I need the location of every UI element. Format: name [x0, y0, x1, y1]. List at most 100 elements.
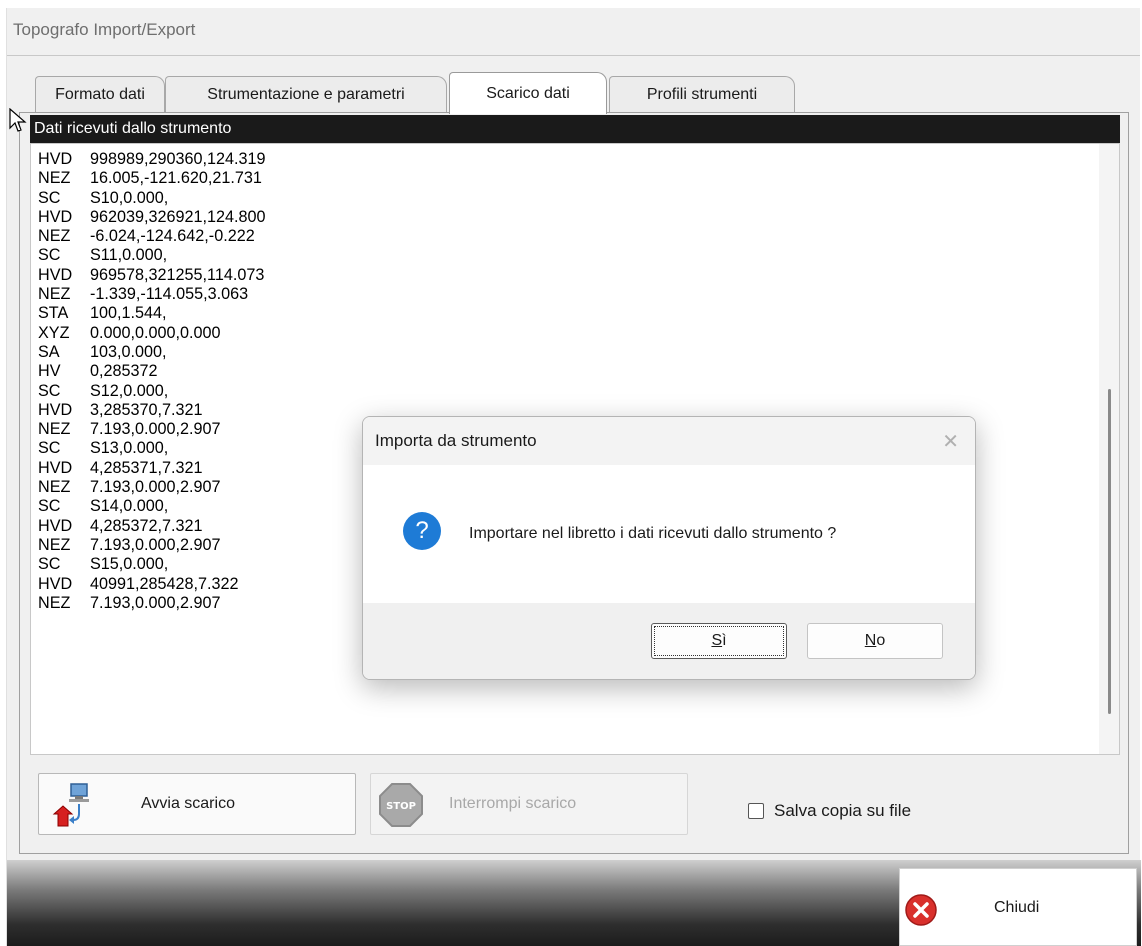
data-line-code: NEZ	[38, 227, 71, 246]
yes-rest: ì	[722, 632, 727, 649]
data-line[interactable]: SC S11,0.000,	[38, 246, 266, 265]
data-line-code: SC	[38, 188, 61, 207]
data-line[interactable]: NEZ 16.005,-121.620,21.731	[38, 169, 266, 188]
data-line[interactable]: XYZ 0.000,0.000,0.000	[38, 324, 266, 343]
data-line-code: HVD	[38, 207, 73, 226]
data-line-value: 7.193,0.000,2.907	[90, 478, 221, 497]
data-line-code: HVD	[38, 574, 73, 593]
mouse-cursor-icon	[9, 108, 27, 132]
data-line-value: 7.193,0.000,2.907	[90, 593, 221, 612]
data-line-value: 40991,285428,7.322	[90, 574, 239, 593]
title-divider	[7, 55, 1140, 56]
data-line-code: NEZ	[38, 535, 71, 554]
close-label: Chiudi	[994, 899, 1040, 916]
data-line[interactable]: HVD 998989,290360,124.319	[38, 150, 266, 169]
download-instrument-icon	[52, 783, 89, 827]
data-line-value: 962039,326921,124.800	[90, 207, 266, 226]
data-line-value: 7.193,0.000,2.907	[90, 535, 221, 554]
close-x-icon	[905, 894, 937, 926]
data-line[interactable]: STA 100,1.544,	[38, 304, 266, 323]
data-line-value: 7.193,0.000,2.907	[90, 420, 221, 439]
question-icon: ?	[403, 512, 441, 550]
data-line-value: 16.005,-121.620,21.731	[90, 169, 262, 188]
data-line-code: HVD	[38, 516, 73, 535]
data-line-value: 969578,321255,114.073	[90, 265, 265, 284]
data-line[interactable]: NEZ -1.339,-114.055,3.063	[38, 285, 266, 304]
data-line-code: NEZ	[38, 420, 71, 439]
data-line-code: HV	[38, 362, 61, 381]
data-line[interactable]: HVD 40991,285428,7.322	[38, 575, 266, 594]
data-line-code: NEZ	[38, 478, 71, 497]
no-rest: o	[876, 632, 886, 649]
tab-formato-dati[interactable]: Formato dati	[35, 76, 165, 112]
tab-strumentazione[interactable]: Strumentazione e parametri	[165, 76, 447, 112]
data-line-value: S11,0.000,	[90, 246, 168, 265]
data-line[interactable]: HVD 4,285372,7.321	[38, 517, 266, 536]
no-mnemonic: N	[864, 632, 877, 649]
tab-scarico-dati[interactable]: Scarico dati	[449, 72, 607, 114]
data-lines: HVD 998989,290360,124.319 NEZ 16.005,-121.6…	[38, 150, 266, 613]
tab-strip: Formato dati Strumentazione e parametri …	[25, 72, 1125, 114]
data-line[interactable]: HVD 969578,321255,114.073	[38, 266, 266, 285]
save-copy-checkbox[interactable]: Salva copia su file	[748, 801, 911, 821]
data-line-value: 4,285371,7.321	[90, 458, 203, 477]
data-line-value: 4,285372,7.321	[90, 516, 203, 535]
data-line-value: S13,0.000,	[90, 439, 169, 458]
data-line-code: NEZ	[38, 285, 71, 304]
yes-mnemonic: S	[711, 632, 723, 649]
data-line[interactable]: SC S15,0.000,	[38, 555, 266, 574]
data-line[interactable]: NEZ 7.193,0.000,2.907	[38, 536, 266, 555]
data-line-value: 0,285372	[90, 362, 158, 381]
data-line-value: S10,0.000,	[90, 188, 169, 207]
dialog-title: Importa da strumento	[375, 431, 537, 450]
no-button[interactable]: No	[807, 623, 943, 659]
data-line[interactable]: NEZ 7.193,0.000,2.907	[38, 420, 266, 439]
scrollbar-thumb[interactable]	[1108, 389, 1111, 714]
data-line-value: 0.000,0.000,0.000	[90, 323, 221, 342]
yes-button[interactable]: Sì	[651, 623, 787, 659]
data-line[interactable]: SA 103,0.000,	[38, 343, 266, 362]
data-line[interactable]: SC S12,0.000,	[38, 382, 266, 401]
data-line-value: 3,285370,7.321	[90, 400, 203, 419]
scrollbar[interactable]	[1099, 144, 1119, 754]
data-line-value: 100,1.544,	[90, 304, 167, 323]
data-line-value: S14,0.000,	[90, 497, 169, 516]
data-line[interactable]: NEZ -6.024,-124.642,-0.222	[38, 227, 266, 246]
data-line-code: XYZ	[38, 323, 70, 342]
data-line-value: -6.024,-124.642,-0.222	[90, 227, 255, 246]
data-line[interactable]: HVD 4,285371,7.321	[38, 459, 266, 478]
data-line-code: SC	[38, 246, 61, 265]
data-line-value: 103,0.000,	[90, 342, 167, 361]
data-line-value: S15,0.000,	[90, 555, 169, 574]
tab-profili-strumenti[interactable]: Profili strumenti	[609, 76, 795, 112]
data-line-code: SA	[38, 342, 60, 361]
svg-text:STOP: STOP	[386, 801, 416, 812]
close-button[interactable]: Chiudi	[899, 868, 1137, 946]
data-line[interactable]: HVD 962039,326921,124.800	[38, 208, 266, 227]
data-line-code: STA	[38, 304, 69, 323]
dialog-close-icon[interactable]: ✕	[942, 429, 959, 454]
data-line-code: SC	[38, 497, 61, 516]
data-line-code: NEZ	[38, 169, 71, 188]
data-line[interactable]: SC S10,0.000,	[38, 189, 266, 208]
data-line[interactable]: SC S13,0.000,	[38, 439, 266, 458]
data-line-code: SC	[38, 439, 61, 458]
start-download-button[interactable]: Avvia scarico	[38, 773, 356, 835]
data-line-code: HVD	[38, 265, 73, 284]
data-line-value: 998989,290360,124.319	[90, 150, 266, 168]
checkbox-box[interactable]	[748, 803, 764, 819]
import-confirm-dialog: Importa da strumento ✕ ? Importare nel l…	[362, 416, 976, 680]
window-title: Topografo Import/Export	[13, 20, 196, 39]
data-line[interactable]: HVD 3,285370,7.321	[38, 401, 266, 420]
save-copy-label: Salva copia su file	[774, 801, 912, 820]
data-line[interactable]: NEZ 7.193,0.000,2.907	[38, 478, 266, 497]
data-line-value: -1.339,-114.055,3.063	[90, 285, 249, 304]
stop-icon: STOP	[379, 783, 423, 827]
list-header: Dati ricevuti dallo strumento	[30, 115, 1120, 143]
data-line[interactable]: SC S14,0.000,	[38, 497, 266, 516]
data-line-code: SC	[38, 555, 61, 574]
data-line[interactable]: NEZ 7.193,0.000,2.907	[38, 594, 266, 613]
data-line-code: HVD	[38, 458, 73, 477]
start-download-label: Avvia scarico	[141, 795, 235, 812]
data-line[interactable]: HV 0,285372	[38, 362, 266, 381]
